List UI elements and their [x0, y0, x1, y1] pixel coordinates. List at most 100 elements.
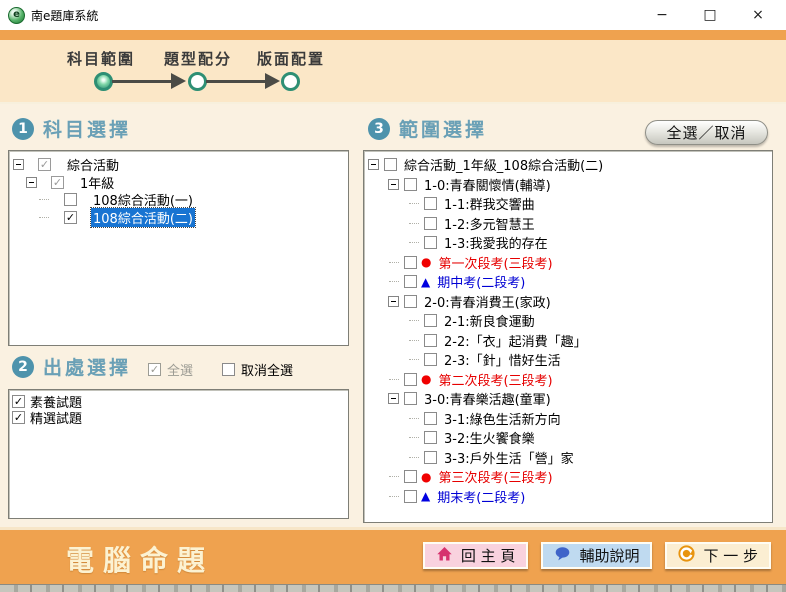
tree-line-stub	[389, 476, 399, 477]
tree-checkbox[interactable]: ✓	[424, 431, 437, 444]
close-button[interactable]: ×	[734, 0, 782, 30]
range-tree-listbox[interactable]: ✓ 綜合活動_1年級_108綜合活動(二) ✓ 1-0:青春關懷情(輔導) ✓ 1-1:群…	[363, 150, 773, 523]
tree-node-label[interactable]: 1-2:多元智慧王	[442, 214, 537, 233]
expand-toggle-icon[interactable]	[368, 159, 379, 170]
tree-line-slot	[386, 496, 401, 497]
tree-checkbox[interactable]: ✓	[424, 314, 437, 327]
tree-checkbox[interactable]: ✓	[64, 193, 77, 206]
top-accent-strip	[0, 30, 786, 40]
tree-node-label[interactable]: 第一次段考(三段考)	[436, 253, 554, 272]
tree-node[interactable]: ✓●第一次段考(三段考)	[364, 253, 772, 273]
tree-checkbox[interactable]: ✓	[64, 211, 77, 224]
expand-toggle-icon[interactable]	[388, 179, 399, 190]
app-icon-letter: e	[13, 10, 20, 20]
tree-checkbox[interactable]: ✓	[424, 353, 437, 366]
tree-node[interactable]: ✓ 108綜合活動(二)	[9, 209, 348, 227]
tree-node-label[interactable]: 2-0:青春消費王(家政)	[422, 292, 553, 311]
next-step-button[interactable]: 下 一 步	[665, 542, 771, 569]
home-button[interactable]: 回 主 頁	[423, 542, 529, 569]
tree-checkbox[interactable]: ✓	[424, 236, 437, 249]
tree-node-label[interactable]: 期中考(二段考)	[435, 272, 527, 291]
tree-checkbox[interactable]: ✓	[404, 275, 417, 288]
source-item-checkbox[interactable]: ✓	[12, 411, 25, 424]
tree-node[interactable]: ✓●第二次段考(三段考)	[364, 370, 772, 390]
tree-node[interactable]: ✓ 綜合活動	[9, 156, 348, 174]
maximize-button[interactable]: □	[686, 0, 734, 30]
tree-node[interactable]: ✓ 3-0:青春樂活趣(童軍)	[364, 389, 772, 409]
tree-checkbox[interactable]: ✓	[404, 295, 417, 308]
wizard-stepper: 科目範圍 題型配分 版面配置	[0, 40, 786, 104]
tree-node-label[interactable]: 第二次段考(三段考)	[436, 370, 554, 389]
tree-node[interactable]: ✓ 2-1:新良食運動	[364, 311, 772, 331]
tree-checkbox[interactable]: ✓	[38, 158, 51, 171]
range-section-title: 範圍選擇	[399, 115, 487, 142]
tree-node[interactable]: ✓ 2-0:青春消費王(家政)	[364, 292, 772, 312]
tree-node[interactable]: ✓ 1-3:我愛我的存在	[364, 233, 772, 253]
tree-node-label[interactable]: 綜合活動	[65, 155, 121, 174]
tree-checkbox[interactable]: ✓	[404, 178, 417, 191]
select-all-toggle-button[interactable]: 全選／取消	[645, 120, 768, 145]
tree-checkbox[interactable]: ✓	[424, 334, 437, 347]
select-all-checkbox-group[interactable]: ✓ 全選	[148, 360, 193, 379]
source-section-header: 2 出處選擇	[12, 353, 131, 380]
tree-checkbox[interactable]: ✓	[424, 197, 437, 210]
subject-tree-listbox[interactable]: ✓綜合活動✓1年級✓108綜合活動(一)✓108綜合活動(二)	[8, 150, 349, 346]
expand-toggle-icon[interactable]	[388, 393, 399, 404]
tree-node-label[interactable]: 1-1:群我交響曲	[442, 194, 537, 213]
source-list-item[interactable]: ✓素養試題	[9, 393, 348, 410]
source-list-item[interactable]: ✓精選試題	[9, 410, 348, 427]
tree-node-label[interactable]: 108綜合活動(一)	[91, 190, 195, 209]
tree-node-label[interactable]: 108綜合活動(二)	[91, 208, 195, 227]
help-button[interactable]: 輔助說明	[541, 542, 652, 569]
tree-node[interactable]: ✓ 3-3:戶外生活「營」家	[364, 448, 772, 468]
tree-node-label[interactable]: 2-1:新良食運動	[442, 311, 537, 330]
tree-node[interactable]: ✓ 2-3:「針」惜好生活	[364, 350, 772, 370]
minimize-button[interactable]: −	[638, 0, 686, 30]
tree-node[interactable]: ✓ 108綜合活動(一)	[9, 191, 348, 209]
tree-checkbox[interactable]: ✓	[404, 256, 417, 269]
tree-line-slot	[386, 262, 401, 263]
expand-toggle-icon[interactable]	[26, 177, 37, 188]
tree-node-label[interactable]: 2-3:「針」惜好生活	[442, 350, 563, 369]
deselect-all-checkbox[interactable]: ✓	[222, 363, 235, 376]
tree-node-label[interactable]: 3-3:戶外生活「營」家	[442, 448, 576, 467]
tree-node-label[interactable]: 期末考(二段考)	[435, 487, 527, 506]
tree-checkbox[interactable]: ✓	[51, 176, 64, 189]
tree-node[interactable]: ✓ 3-2:生火饗食樂	[364, 428, 772, 448]
tree-node-label[interactable]: 3-2:生火饗食樂	[442, 428, 537, 447]
tree-node-label[interactable]: 1-0:青春關懷情(輔導)	[422, 175, 553, 194]
tree-node[interactable]: ✓ 2-2:「衣」起消費「趣」	[364, 331, 772, 351]
expand-toggle-icon[interactable]	[388, 296, 399, 307]
select-all-checkbox[interactable]: ✓	[148, 363, 161, 376]
tree-node-label[interactable]: 2-2:「衣」起消費「趣」	[442, 331, 589, 350]
tree-node[interactable]: ✓ 3-1:綠色生活新方向	[364, 409, 772, 429]
tree-checkbox[interactable]: ✓	[424, 412, 437, 425]
tree-node-label[interactable]: 3-1:綠色生活新方向	[442, 409, 563, 428]
tree-node-label[interactable]: 1年級	[78, 173, 116, 192]
tree-line-slot	[37, 199, 61, 200]
tree-line-stub	[39, 199, 49, 200]
tree-node[interactable]: ✓ 綜合活動_1年級_108綜合活動(二)	[364, 155, 772, 175]
expand-toggle-icon[interactable]	[13, 159, 24, 170]
tree-node-label[interactable]: 第三次段考(三段考)	[436, 467, 554, 486]
tree-node-label[interactable]: 1-3:我愛我的存在	[442, 233, 550, 252]
source-item-checkbox[interactable]: ✓	[12, 395, 25, 408]
tree-checkbox[interactable]: ✓	[384, 158, 397, 171]
tree-node[interactable]: ✓ 1-0:青春關懷情(輔導)	[364, 175, 772, 195]
tree-node[interactable]: ✓▲期末考(二段考)	[364, 487, 772, 507]
tree-node[interactable]: ✓▲期中考(二段考)	[364, 272, 772, 292]
tree-checkbox[interactable]: ✓	[404, 392, 417, 405]
tree-node-label[interactable]: 3-0:青春樂活趣(童軍)	[422, 389, 553, 408]
tree-node[interactable]: ✓●第三次段考(三段考)	[364, 467, 772, 487]
tree-node[interactable]: ✓ 1-2:多元智慧王	[364, 214, 772, 234]
tree-checkbox[interactable]: ✓	[404, 470, 417, 483]
tree-node[interactable]: ✓ 1-1:群我交響曲	[364, 194, 772, 214]
tree-checkbox[interactable]: ✓	[404, 490, 417, 503]
tree-checkbox[interactable]: ✓	[404, 373, 417, 386]
tree-checkbox[interactable]: ✓	[424, 217, 437, 230]
tree-node-label[interactable]: 綜合活動_1年級_108綜合活動(二)	[402, 155, 605, 174]
tree-node[interactable]: ✓ 1年級	[9, 174, 348, 192]
deselect-all-checkbox-group[interactable]: ✓ 取消全選	[222, 360, 293, 379]
tree-checkbox[interactable]: ✓	[424, 451, 437, 464]
source-listbox[interactable]: ✓素養試題✓精選試題	[8, 389, 349, 519]
